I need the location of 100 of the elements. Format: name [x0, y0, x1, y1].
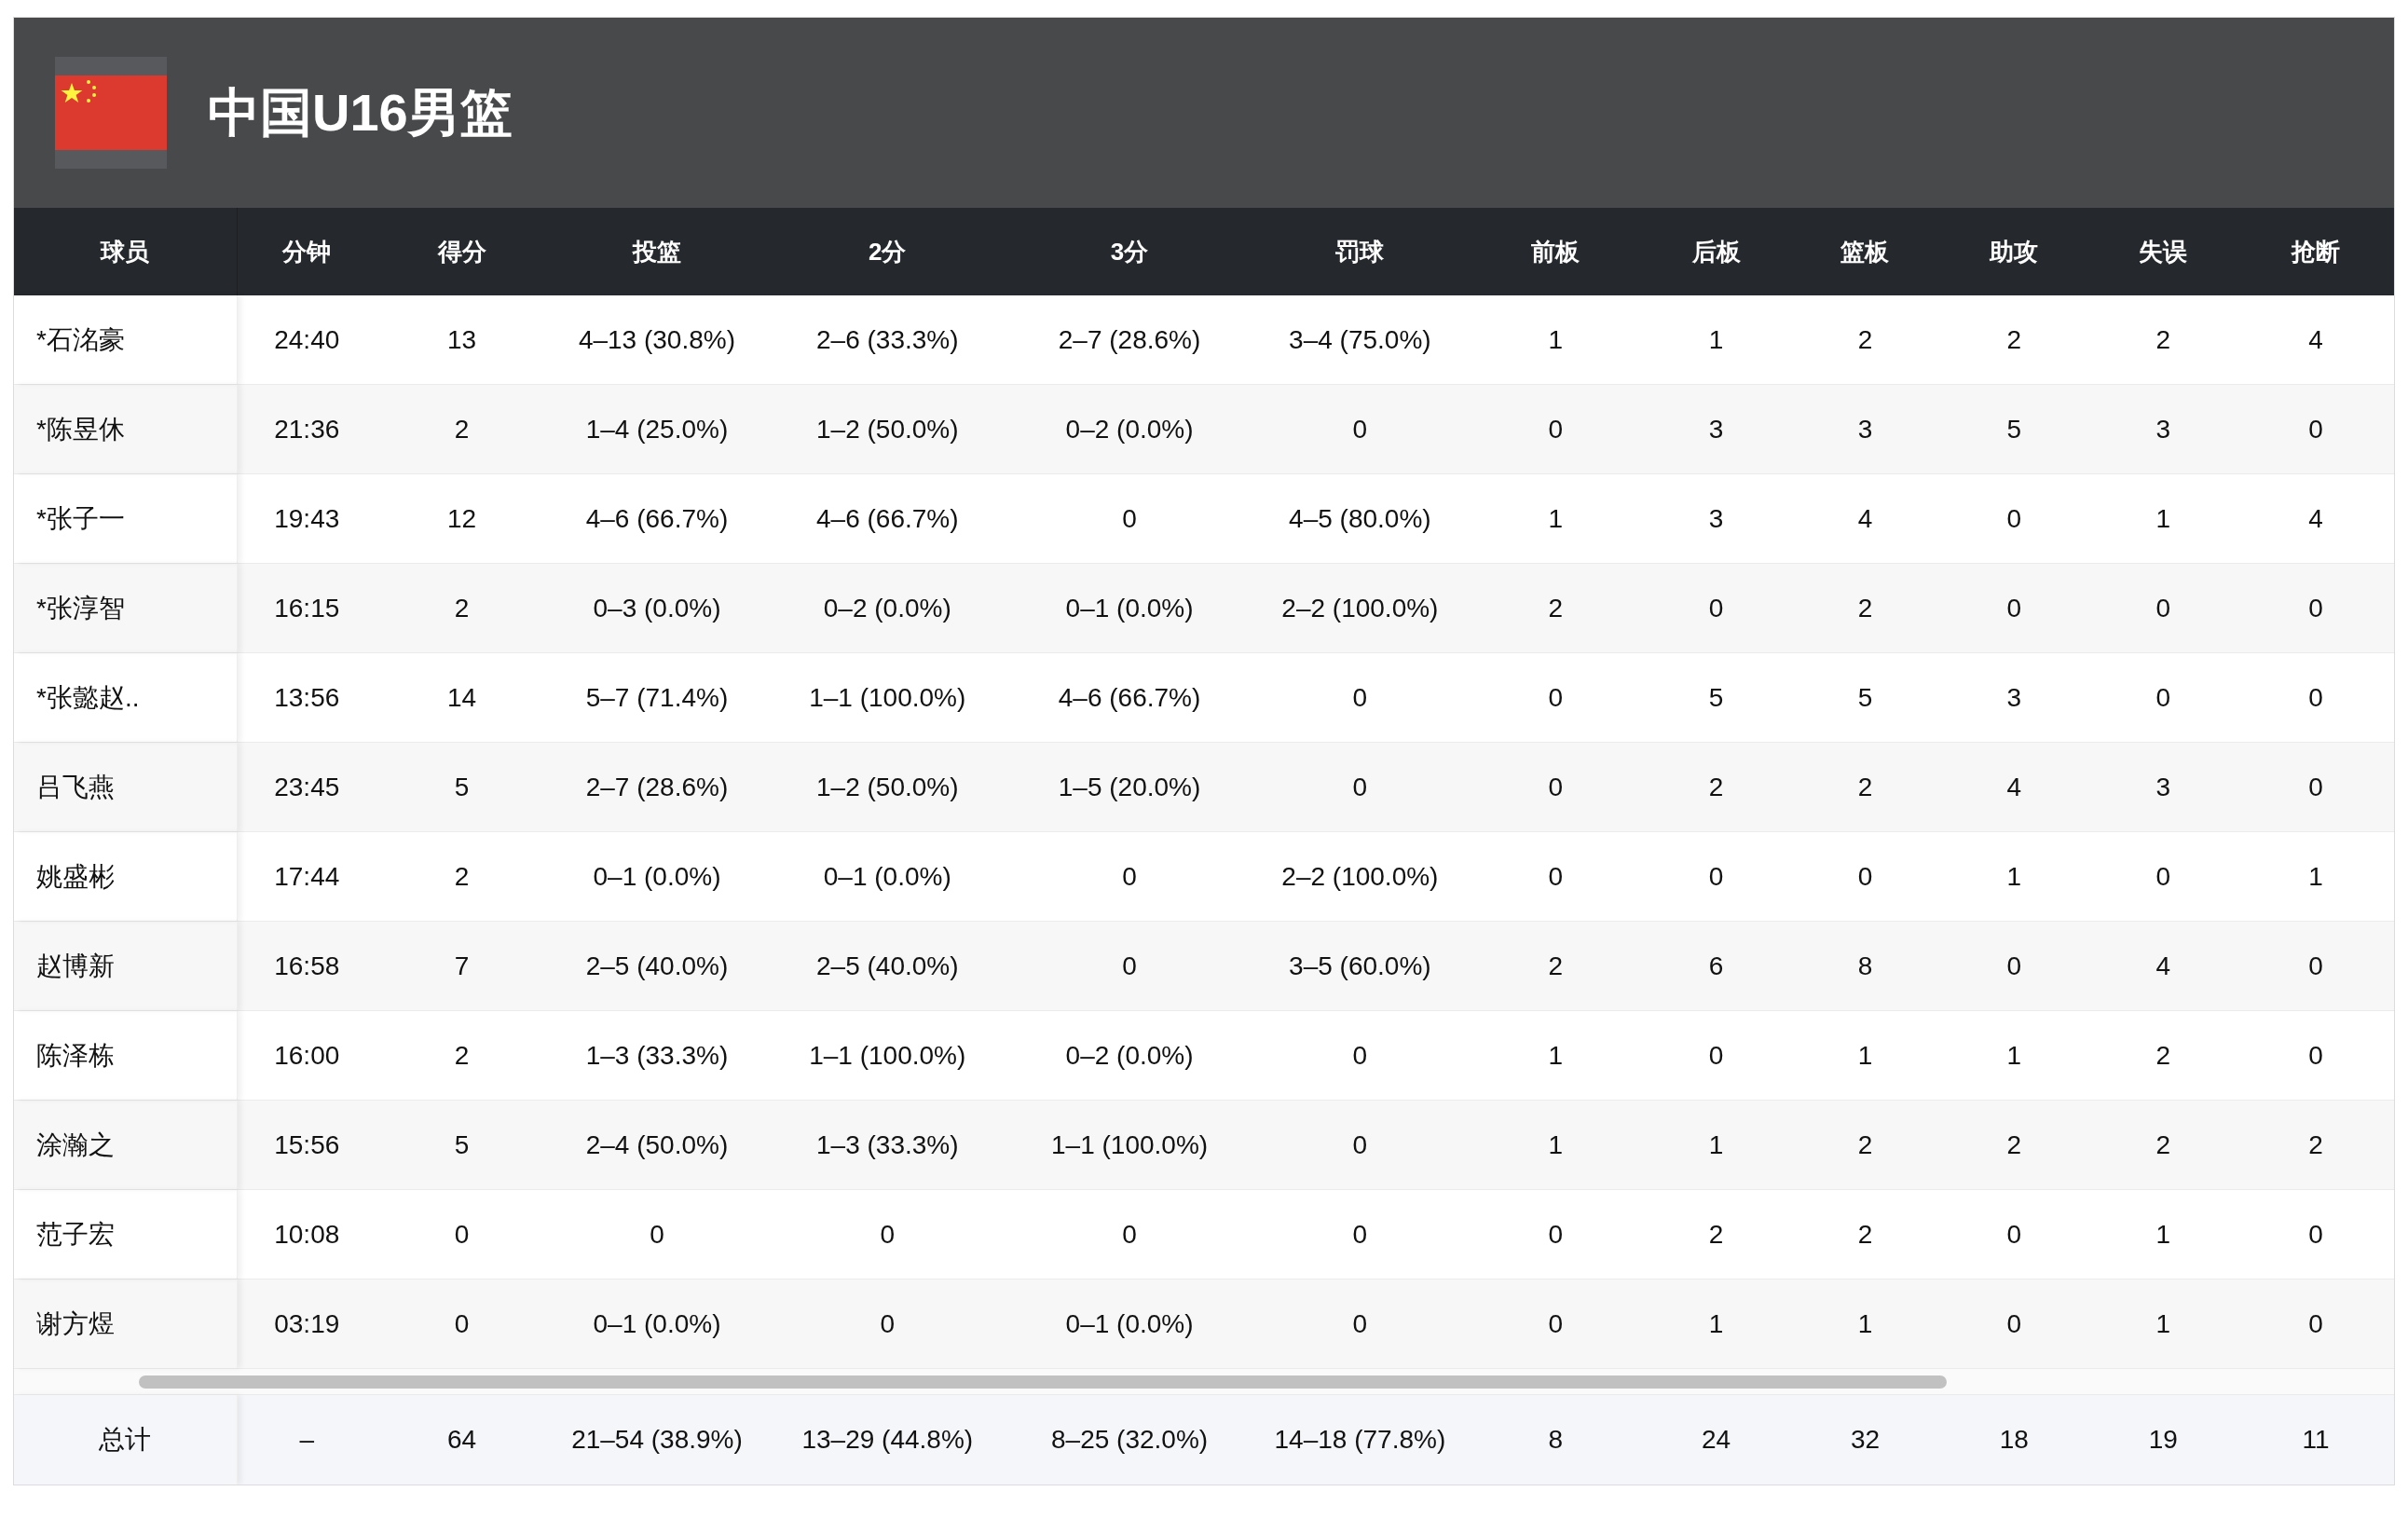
- table-cell-text: 4–13 (30.8%): [578, 323, 735, 356]
- total-cell-text: 8: [1548, 1424, 1563, 1456]
- table-cell-text: 4: [2308, 502, 2323, 535]
- table-cell-text: 3–5 (60.0%): [1289, 950, 1431, 982]
- total-cell-text: 32: [1850, 1424, 1881, 1456]
- total-cell-text: 18: [1999, 1424, 2029, 1456]
- table-cell-text: 5: [1857, 681, 1873, 714]
- table-cell-text: 0–1 (0.0%): [1065, 592, 1194, 624]
- table-cell-text: 8: [1857, 950, 1873, 982]
- table-cell-text: 0: [2308, 1307, 2323, 1340]
- total-cell-text: 19: [2148, 1424, 2178, 1456]
- table-cell-text: 23:45: [274, 771, 340, 803]
- table-cell-text: 2–2 (100.0%): [1281, 860, 1439, 893]
- table-cell-text: 2–7 (28.6%): [585, 771, 729, 803]
- column-header: 分钟: [282, 236, 332, 267]
- table-cell-text: 1: [2006, 1039, 2022, 1072]
- table-cell-text: 0: [880, 1218, 896, 1251]
- table-cell-text: 12: [447, 502, 477, 535]
- table-cell-text: 2: [454, 413, 470, 445]
- column-header: 失误: [2139, 236, 2188, 267]
- table-cell-text: 19:43: [274, 502, 340, 535]
- table-cell-text: 15:56: [274, 1129, 340, 1161]
- table-cell-text: 1–1 (100.0%): [809, 681, 966, 714]
- player-name: *陈昱休: [36, 413, 125, 445]
- table-cell-text: 2–4 (50.0%): [585, 1129, 729, 1161]
- column-header: 抢断: [2292, 236, 2341, 267]
- scrollbar-thumb[interactable]: [139, 1375, 1947, 1389]
- table-cell-text: 0: [2308, 681, 2323, 714]
- table-cell-text: 0: [2155, 860, 2170, 893]
- table-cell-text: 13: [447, 323, 477, 356]
- player-name: *张子一: [36, 502, 125, 535]
- column-header: 3分: [1110, 236, 1149, 267]
- table-cell-text: 0: [1122, 950, 1137, 982]
- table-cell-text: 0–3 (0.0%): [593, 592, 721, 624]
- table-cell-text: 2: [1548, 950, 1563, 982]
- table-cell-text: 16:58: [274, 950, 340, 982]
- table-cell-text: 2: [1857, 1218, 1873, 1251]
- table-cell-text: 2: [1857, 1129, 1873, 1161]
- table-cell-text: 2: [454, 860, 470, 893]
- player-name: 姚盛彬: [36, 860, 115, 893]
- table-cell-text: 1–5 (20.0%): [1058, 771, 1201, 803]
- table-cell-text: 5: [2006, 413, 2022, 445]
- table-cell-text: 0: [2308, 950, 2323, 982]
- table-cell-text: 0: [1352, 681, 1368, 714]
- total-cell-text: 11: [2302, 1424, 2330, 1456]
- table-cell-text: 1–3 (33.3%): [585, 1039, 729, 1072]
- table-cell-text: 2: [2308, 1129, 2323, 1161]
- table-cell-text: 2–2 (100.0%): [1281, 592, 1439, 624]
- table-cell-text: 1–2 (50.0%): [816, 413, 959, 445]
- table-cell-text: 0: [2308, 592, 2323, 624]
- table-cell-text: 2–5 (40.0%): [585, 950, 729, 982]
- player-name: *张淳智: [36, 592, 125, 624]
- table-cell-text: 2: [2155, 1039, 2170, 1072]
- table-cell-text: 0: [1548, 1218, 1563, 1251]
- table-cell-text: 24:40: [274, 323, 340, 356]
- table-cell-text: 1–1 (100.0%): [1051, 1129, 1209, 1161]
- table-cell-text: 2: [1548, 592, 1563, 624]
- table-cell-text: 0: [1352, 1039, 1368, 1072]
- table-cell-text: 1: [1548, 323, 1563, 356]
- table-cell-text: 0–1 (0.0%): [1065, 1307, 1194, 1340]
- table-cell-text: 1–2 (50.0%): [816, 771, 959, 803]
- table-cell-text: 0: [1548, 1307, 1563, 1340]
- table-cell-text: 5: [454, 771, 470, 803]
- table-cell-text: 5: [454, 1129, 470, 1161]
- table-cell-text: 2: [2006, 323, 2022, 356]
- player-name: 赵博新: [36, 950, 115, 982]
- table-cell-text: 0: [2006, 502, 2022, 535]
- table-cell-text: 0: [1352, 771, 1368, 803]
- total-cell-text: 24: [1702, 1424, 1731, 1456]
- column-header: 罚球: [1335, 236, 1385, 267]
- table-cell-text: 4: [2308, 323, 2323, 356]
- table-cell-text: 1: [2006, 860, 2022, 893]
- table-cell-text: 4: [2006, 771, 2022, 803]
- table-cell-text: 0: [1122, 1218, 1137, 1251]
- table-cell-text: 1: [2155, 1218, 2170, 1251]
- table-cell-text: 3: [2155, 413, 2170, 445]
- table-cell-text: 0: [454, 1218, 470, 1251]
- table-cell-text: 1: [1857, 1307, 1873, 1340]
- table-cell-text: 3: [1708, 502, 1724, 535]
- table-cell-text: 0: [1548, 413, 1563, 445]
- column-header: 助攻: [1990, 236, 2039, 267]
- table-cell-text: 5: [1708, 681, 1724, 714]
- total-cell-text: 14–18 (77.8%): [1274, 1424, 1446, 1456]
- table-cell-text: 1: [1708, 323, 1724, 356]
- table-cell-text: 0: [2155, 681, 2170, 714]
- table-cell-text: 2: [2155, 323, 2170, 356]
- column-header: 球员: [101, 236, 150, 267]
- table-cell-text: 1: [1708, 1307, 1724, 1340]
- total-cell-text: 8–25 (32.0%): [1051, 1424, 1209, 1456]
- table-cell-text: 0: [1122, 502, 1137, 535]
- table-cell-text: 16:15: [274, 592, 340, 624]
- table-cell-text: 2: [2155, 1129, 2170, 1161]
- table-cell-text: 0: [2155, 592, 2170, 624]
- table-cell-text: 0: [1352, 1129, 1368, 1161]
- table-cell-text: 0–1 (0.0%): [593, 1307, 721, 1340]
- table-cell-text: 0: [1548, 771, 1563, 803]
- totals-label: 总计: [99, 1424, 152, 1456]
- table-cell-text: 0: [1352, 1307, 1368, 1340]
- table-cell-text: 4: [1857, 502, 1873, 535]
- table-cell-text: 0: [2308, 1039, 2323, 1072]
